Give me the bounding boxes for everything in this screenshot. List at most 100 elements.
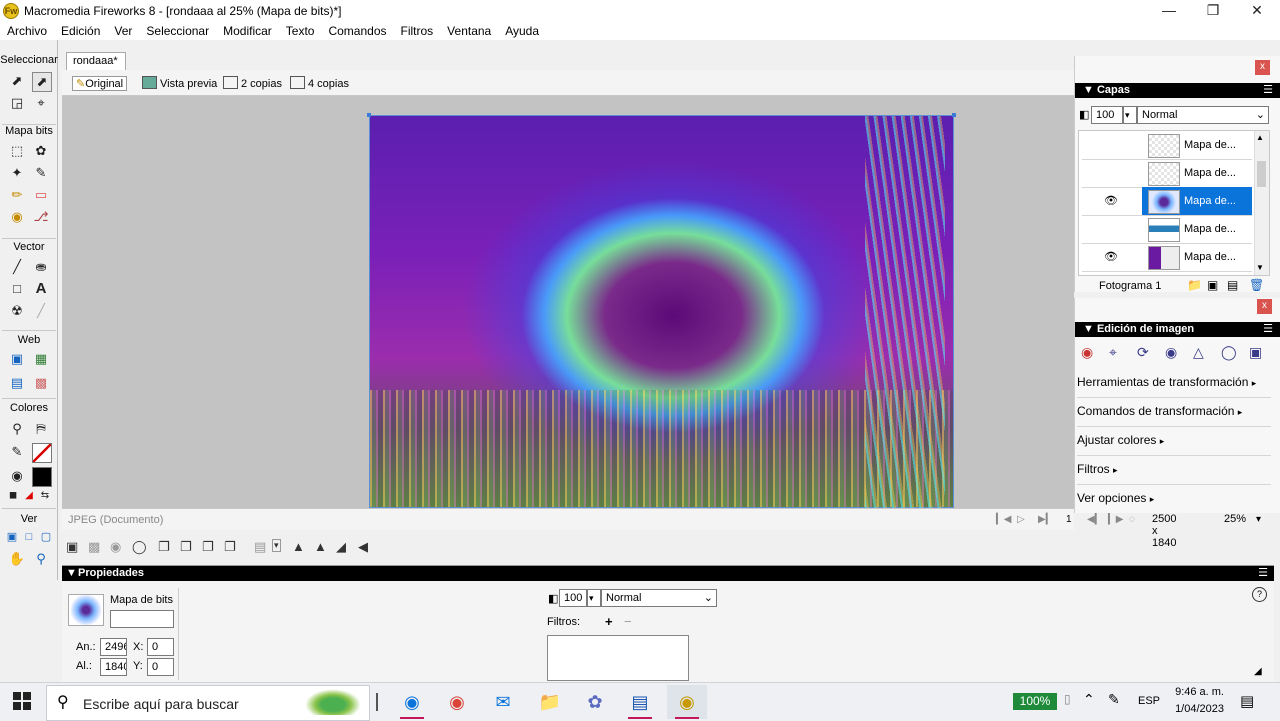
standard-screen-icon[interactable]: ▣ <box>3 528 21 546</box>
flip-horizontal-icon[interactable]: ◢ <box>336 539 346 555</box>
document-tab[interactable]: rondaaa* <box>66 52 126 70</box>
new-sublayer-icon[interactable]: 📁 <box>1187 278 1202 292</box>
view-original[interactable]: ✎Original <box>72 76 128 91</box>
slice-icon[interactable]: ▦ <box>32 350 50 368</box>
next-frame-button[interactable]: ▎▶ <box>1108 514 1123 525</box>
y-field[interactable]: 0 <box>147 658 174 676</box>
magic-wand-icon[interactable]: ✦ <box>8 164 26 182</box>
paint-bucket-icon[interactable]: ⛿ <box>32 420 50 438</box>
x-field[interactable]: 0 <box>147 638 174 656</box>
stroke-swatch[interactable] <box>32 443 52 463</box>
scroll-down-icon[interactable]: ▼ <box>1256 263 1264 272</box>
dodge-icon[interactable]: ◯ <box>1221 344 1237 361</box>
hide-slices-icon[interactable]: ▤ <box>8 374 26 392</box>
join-icon[interactable]: ◉ <box>110 539 121 555</box>
ie-transform-commands[interactable]: Comandos de transformación ▸ <box>1077 397 1271 427</box>
hotspot-icon[interactable]: ▣ <box>8 350 26 368</box>
stop-button[interactable]: ◌ <box>1129 514 1135 525</box>
lasso-icon[interactable]: ✿ <box>32 142 50 160</box>
new-layer-icon[interactable]: ▣ <box>1207 278 1218 292</box>
rotate-left-icon[interactable]: ▲ <box>292 539 305 554</box>
menu-comandos[interactable]: Comandos <box>321 22 393 40</box>
opacity-dropdown-icon[interactable]: ▾ <box>587 589 601 607</box>
ie-transform-tools[interactable]: Herramientas de transformación ▸ <box>1077 368 1271 398</box>
image-edit-panel-header[interactable]: ▼ Edición de imagen ☰ <box>1075 322 1280 337</box>
group-icon[interactable]: ▣ <box>66 539 78 555</box>
layer-row[interactable]: 👁 Mapa de... <box>1082 243 1252 272</box>
close-button[interactable]: ✕ <box>1234 0 1280 22</box>
subselect-icon[interactable]: ⬈ <box>32 72 52 92</box>
menu-seleccionar[interactable]: Seleccionar <box>139 22 216 40</box>
fireworks-taskbar-icon[interactable]: ◉ <box>667 685 707 719</box>
eye-icon[interactable]: 👁 <box>1104 194 1118 207</box>
battery-percentage[interactable]: 100% <box>1013 693 1057 710</box>
blur-drop-icon[interactable]: ◉ <box>1165 344 1177 361</box>
word-icon[interactable]: ▤ <box>620 685 660 719</box>
fill-color-icon[interactable]: ◉ <box>8 467 26 485</box>
clock-time[interactable]: 9:46 a. m. <box>1172 686 1224 698</box>
rotate-right-icon[interactable]: ▲ <box>314 539 327 554</box>
menu-ayuda[interactable]: Ayuda <box>498 22 546 40</box>
view-preview[interactable]: Vista previa <box>142 76 217 90</box>
layer-row[interactable]: Mapa de... <box>1082 159 1252 188</box>
eyedropper-icon[interactable]: ⚲ <box>8 420 26 438</box>
sharpen-icon[interactable]: △ <box>1193 344 1204 361</box>
ie-view-options[interactable]: Ver opciones ▸ <box>1077 484 1271 513</box>
rotate-icon[interactable]: ⟳ <box>1137 344 1149 361</box>
layer-opacity-field[interactable]: 100 <box>1091 106 1123 124</box>
line-icon[interactable]: ╱ <box>8 258 26 276</box>
send-backward-icon[interactable]: ❐ <box>202 539 214 555</box>
first-frame-button[interactable]: ▎◀ <box>996 514 1011 525</box>
file-explorer-icon[interactable]: 📁 <box>530 685 570 719</box>
layer-row-selected[interactable]: 👁 Mapa de... <box>1082 187 1252 216</box>
zoom-dropdown-icon[interactable]: ▾ <box>1256 514 1261 525</box>
last-frame-button[interactable]: ▶▎ <box>1038 514 1053 525</box>
blend-mode-select[interactable]: Normal ⌄ <box>601 589 717 607</box>
width-field[interactable]: 2496 <box>100 638 127 656</box>
scale-icon[interactable]: ◲ <box>8 94 26 112</box>
restore-button[interactable]: ❐ <box>1190 0 1236 22</box>
full-menu-screen-icon[interactable]: □ <box>20 528 38 546</box>
layers-scrollbar[interactable]: ▲ ▼ <box>1254 131 1269 275</box>
freeform-icon[interactable]: ☢ <box>8 302 26 320</box>
selection-handle[interactable] <box>367 113 371 117</box>
height-field[interactable]: 1840 <box>100 658 127 676</box>
edge-icon[interactable]: ◉ <box>392 685 432 719</box>
close-panel-icon[interactable]: x <box>1255 60 1270 75</box>
collapse-props-icon[interactable]: ◢ <box>1254 666 1262 677</box>
ie-adjust-colors[interactable]: Ajustar colores ▸ <box>1077 426 1271 456</box>
bring-forward-icon[interactable]: ❐ <box>180 539 192 555</box>
properties-panel-header[interactable]: ▼ Propiedades ☰ <box>62 566 1274 581</box>
align-icon[interactable]: ▤ <box>254 539 266 555</box>
panel-options-icon[interactable]: ☰ <box>1263 83 1273 98</box>
windows-start-icon[interactable] <box>13 692 31 710</box>
zoom-level[interactable]: 25% <box>1224 513 1246 525</box>
align-dropdown-icon[interactable]: ▾ <box>272 539 281 552</box>
layer-row[interactable]: Mapa de... <box>1082 215 1252 244</box>
view-2-up[interactable]: 2 copias <box>223 76 282 90</box>
prev-frame-button[interactable]: ◀▎ <box>1087 514 1102 525</box>
canvas-area[interactable] <box>62 96 1074 508</box>
clock-date[interactable]: 1/04/2023 <box>1172 703 1224 715</box>
bring-to-front-icon[interactable]: ❐ <box>158 539 170 555</box>
task-view-icon[interactable] <box>376 693 378 711</box>
menu-modificar[interactable]: Modificar <box>216 22 279 40</box>
crop-icon[interactable]: ⌖ <box>32 94 50 112</box>
help-icon[interactable]: ? <box>1252 587 1267 602</box>
view-4-up[interactable]: 4 copias <box>290 76 349 90</box>
taskbar-search-box[interactable]: ⚲ Escribe aquí para buscar <box>46 685 370 721</box>
mail-icon[interactable]: ✉ <box>483 685 523 719</box>
pencil-icon[interactable]: ✏ <box>8 186 26 204</box>
layers-panel-header[interactable]: ▼ Capas ☰ <box>1075 83 1280 98</box>
chrome-icon[interactable]: ◉ <box>437 685 477 719</box>
zoom-icon[interactable]: ⚲ <box>32 550 50 568</box>
play-button[interactable]: ▷ <box>1017 514 1025 525</box>
send-to-back-icon[interactable]: ❐ <box>224 539 236 555</box>
hand-icon[interactable]: ✋ <box>8 550 26 568</box>
menu-ver[interactable]: Ver <box>107 22 139 40</box>
pointer-icon[interactable]: ⬈ <box>8 72 26 90</box>
red-eye-icon[interactable]: ◉ <box>1081 344 1093 361</box>
minimize-button[interactable]: — <box>1146 0 1192 22</box>
notifications-icon[interactable]: ▤ <box>1240 692 1254 710</box>
panel-options-icon[interactable]: ☰ <box>1263 322 1273 337</box>
